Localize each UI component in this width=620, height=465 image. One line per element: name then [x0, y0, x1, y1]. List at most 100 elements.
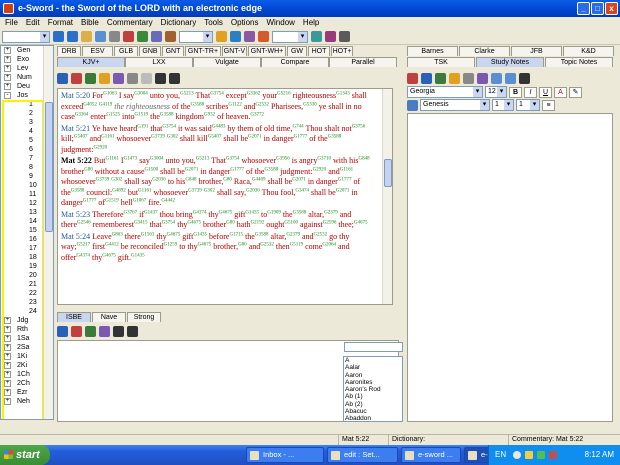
bold-button[interactable]: B — [509, 86, 522, 98]
paste-icon[interactable] — [151, 31, 162, 42]
dict-book-icon[interactable] — [71, 326, 82, 337]
verse-reference[interactable]: Mat 5:23 — [61, 210, 90, 219]
font-combo[interactable]: Georgia — [407, 86, 483, 98]
tab-gnt-wh-[interactable]: GNT-WH+ — [248, 46, 286, 56]
minimize-button[interactable]: _ — [577, 2, 590, 15]
dict-zoom-in-icon[interactable] — [127, 326, 138, 337]
tab-vulgate[interactable]: Vulgate — [193, 57, 261, 67]
tab-gnt-tr-[interactable]: GNT-TR+ — [185, 46, 221, 56]
tab-study-notes[interactable]: Study Notes — [476, 57, 544, 67]
open-icon[interactable] — [81, 31, 92, 42]
menu-commentary[interactable]: Commentary — [107, 17, 153, 29]
tab-parallel[interactable]: Parallel — [329, 57, 397, 67]
verse-reference[interactable]: Mat 5:20 — [61, 91, 90, 100]
tray-update-icon[interactable] — [549, 451, 557, 459]
tab-gnb[interactable]: GNB — [139, 46, 161, 56]
comm-paste-icon[interactable] — [449, 72, 460, 84]
menu-format[interactable]: Format — [48, 17, 73, 29]
bullets-icon[interactable]: ≡ — [542, 99, 555, 111]
expand-toggle-icon[interactable]: + — [4, 317, 11, 324]
expand-toggle-icon[interactable]: + — [4, 74, 11, 81]
menu-help[interactable]: Help — [303, 17, 319, 29]
dict-search-icon[interactable] — [57, 326, 68, 337]
tray-security-icon[interactable] — [537, 451, 545, 459]
dictionary-topic[interactable]: Aaron's Rod — [345, 386, 402, 393]
menu-file[interactable]: File — [5, 17, 18, 29]
verse-reference[interactable]: Mat 5:22 — [61, 156, 92, 165]
tab-jfb[interactable]: JFB — [511, 46, 562, 56]
chapter-combo[interactable] — [179, 30, 213, 43]
reading-plan-icon[interactable] — [258, 31, 269, 42]
underline-button[interactable]: U — [539, 86, 552, 98]
expand-toggle-icon[interactable]: + — [4, 335, 11, 342]
expand-toggle-icon[interactable]: + — [4, 362, 11, 369]
bible-search-icon[interactable] — [57, 72, 68, 84]
tab-compare[interactable]: Compare — [261, 57, 329, 67]
tree-scrollbar[interactable] — [43, 46, 53, 419]
bible-copy-icon[interactable] — [85, 72, 96, 84]
link-book-combo[interactable]: Genesis — [420, 99, 490, 111]
tab-glb[interactable]: GLB — [114, 46, 138, 56]
tab-gnt-v[interactable]: GNT-V — [222, 46, 247, 56]
comm-redo-icon[interactable] — [505, 72, 516, 84]
graphics-icon[interactable] — [325, 31, 336, 42]
font-size-combo[interactable]: 12 — [485, 86, 507, 98]
comm-print-icon[interactable] — [477, 72, 488, 84]
menu-options[interactable]: Options — [231, 17, 259, 29]
expand-toggle-icon[interactable]: + — [4, 371, 11, 378]
save-icon[interactable] — [95, 31, 106, 42]
expand-toggle-icon[interactable]: + — [4, 326, 11, 333]
tab-gw[interactable]: GW — [287, 46, 307, 56]
tab-topic-notes[interactable]: Topic Notes — [545, 57, 613, 67]
bible-scroll-thumb[interactable] — [384, 159, 392, 187]
menu-dictionary[interactable]: Dictionary — [161, 17, 197, 29]
expand-toggle-icon[interactable]: + — [4, 398, 11, 405]
bible-options-icon[interactable] — [127, 72, 138, 84]
tab-nave[interactable]: Nave — [92, 312, 126, 322]
expand-toggle-icon[interactable]: + — [4, 380, 11, 387]
expand-toggle-icon[interactable]: + — [4, 389, 11, 396]
zoom-out-icon[interactable] — [155, 72, 166, 84]
bible-highlight-icon[interactable] — [99, 72, 110, 84]
verse-reference[interactable]: Mat 5:24 — [61, 232, 90, 241]
dictionary-topic[interactable]: Ab (2) — [345, 401, 402, 408]
dictionary-topic-list[interactable]: A Aalar Aaron Aaronites Aaron's Rod Ab (1) Ab … — [343, 356, 403, 422]
dictionary-topic[interactable]: Aaronites — [345, 379, 402, 386]
menu-tools[interactable]: Tools — [204, 17, 223, 29]
tab-hot-[interactable]: HOT+ — [331, 46, 353, 56]
language-indicator[interactable]: EN — [495, 445, 506, 465]
menu-bible[interactable]: Bible — [81, 17, 99, 29]
clock[interactable]: 8:12 AM — [585, 445, 614, 465]
link-icon[interactable] — [407, 99, 418, 111]
bible-scrollbar[interactable] — [382, 89, 392, 304]
highlight-pen-icon[interactable]: ✎ — [569, 86, 582, 98]
link-verse-combo[interactable]: 1 — [516, 99, 540, 111]
forward-icon[interactable] — [67, 31, 78, 42]
dictionary-topic[interactable]: Aalar — [345, 364, 402, 371]
expand-toggle-icon[interactable]: + — [4, 47, 11, 54]
bible-text-pane[interactable]: Mat 5:20 ForG1063 I sayG3004 unto you,G5… — [57, 88, 393, 305]
copy-icon[interactable] — [137, 31, 148, 42]
back-icon[interactable] — [53, 31, 64, 42]
comm-book-icon[interactable] — [407, 72, 418, 84]
comm-copy-icon[interactable] — [435, 72, 446, 84]
tab-tsk[interactable]: TSK — [407, 57, 475, 67]
dictionary-topic[interactable]: Abacuc — [345, 408, 402, 415]
print-icon[interactable] — [109, 31, 120, 42]
bible-book-icon[interactable] — [71, 72, 82, 84]
study-notes-editor[interactable] — [407, 113, 613, 422]
tab-strong[interactable]: Strong — [127, 312, 161, 322]
map-icon[interactable] — [311, 31, 322, 42]
title-bar[interactable]: e-Sword - the Sword of the LORD with an … — [0, 0, 620, 17]
comm-zoom-icon[interactable] — [519, 72, 530, 84]
bible-print-icon[interactable] — [113, 72, 124, 84]
taskbar-button[interactable]: e-sword ... — [401, 447, 461, 463]
bible-marker-icon[interactable] — [141, 72, 152, 84]
expand-toggle-icon[interactable]: + — [4, 56, 11, 63]
dictionary-topic[interactable]: A — [345, 357, 402, 364]
comm-cut-icon[interactable] — [463, 72, 474, 84]
tab-kjv-[interactable]: KJV+ — [57, 57, 125, 67]
taskbar-button[interactable]: Inbox - ... — [246, 447, 324, 463]
dict-print-icon[interactable] — [99, 326, 110, 337]
dictionary-search-input[interactable] — [344, 342, 403, 352]
